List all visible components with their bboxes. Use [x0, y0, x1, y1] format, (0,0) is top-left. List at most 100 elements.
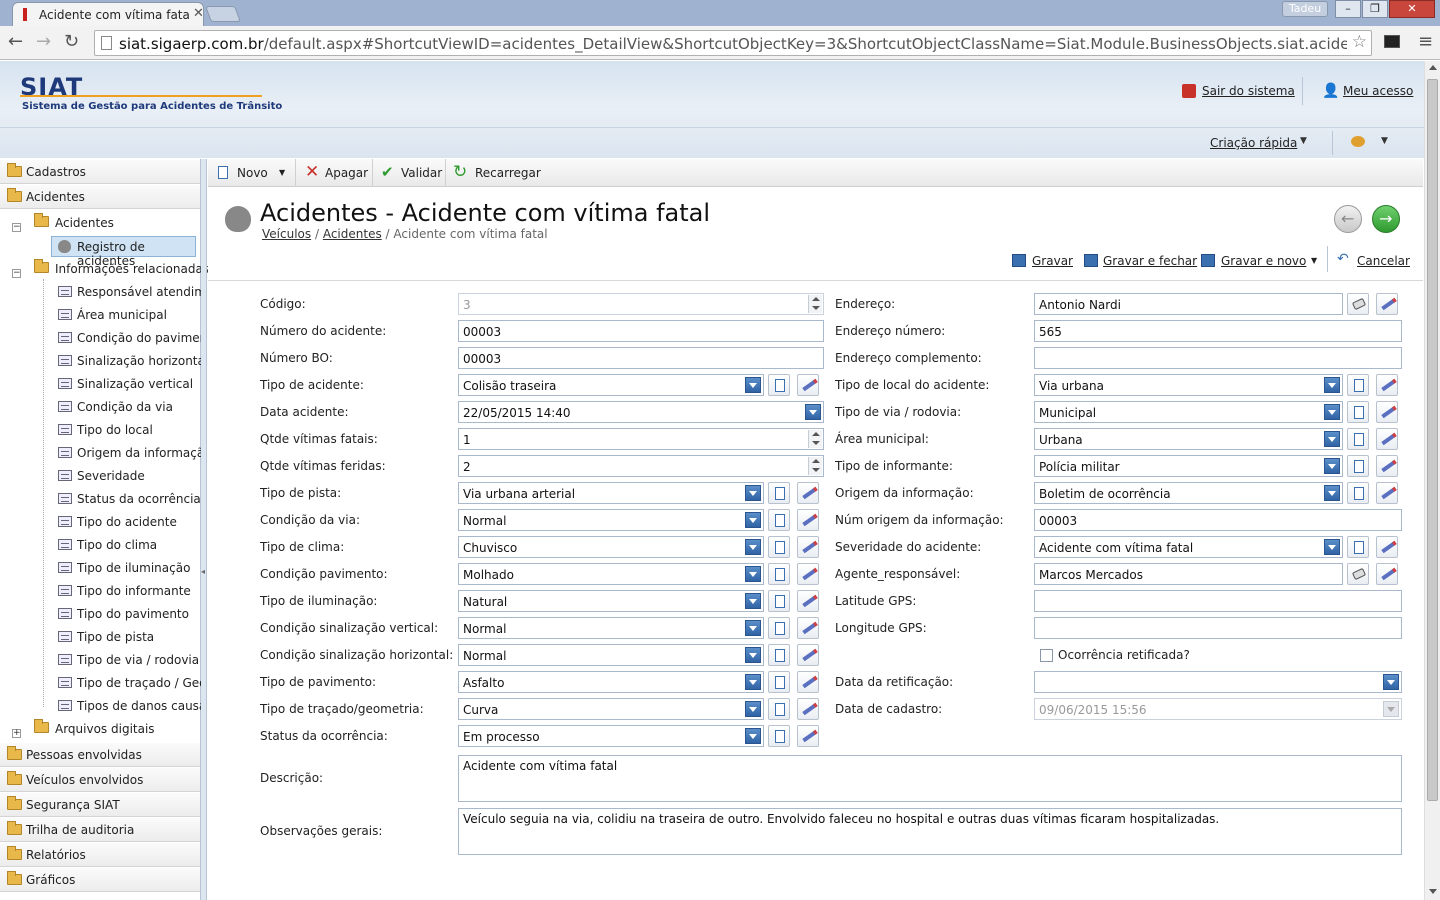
previous-record-button[interactable]: ← [1334, 205, 1362, 233]
edit-item-icon[interactable] [1376, 401, 1398, 423]
chevron-down-icon[interactable]: ▼ [1311, 256, 1317, 265]
new-button[interactable]: Novo ▼ [208, 159, 296, 187]
new-item-icon[interactable] [768, 698, 790, 720]
scroll-thumb[interactable] [1427, 79, 1438, 801]
close-tab-icon[interactable]: ✕ [193, 6, 204, 21]
sidebar-item[interactable]: Tipo de via / rodovia [44, 650, 201, 670]
dropdown-arrow-icon[interactable] [745, 701, 761, 717]
form-field[interactable]: Normal [458, 644, 764, 666]
cast-icon[interactable] [1384, 35, 1400, 48]
sidebar-splitter[interactable]: ◂ [201, 159, 207, 900]
new-item-icon[interactable] [768, 482, 790, 504]
scroll-down-icon[interactable] [1429, 889, 1437, 894]
sidebar-item[interactable]: Condição do pavimento [44, 328, 201, 348]
new-item-icon[interactable] [1347, 455, 1369, 477]
edit-item-icon[interactable] [1376, 428, 1398, 450]
sidebar-group[interactable]: Relatórios [0, 842, 200, 867]
form-field[interactable]: Asfalto [458, 671, 764, 693]
edit-item-icon[interactable] [1376, 455, 1398, 477]
sidebar-group[interactable]: Gráficos [0, 867, 200, 892]
form-field[interactable]: Curva [458, 698, 764, 720]
dropdown-arrow-icon[interactable] [1324, 377, 1340, 393]
edit-item-icon[interactable] [1376, 563, 1398, 585]
new-item-icon[interactable] [768, 671, 790, 693]
new-tab-button[interactable] [205, 6, 241, 22]
sidebar-item[interactable]: Área municipal [44, 305, 201, 325]
dropdown-arrow-icon[interactable] [745, 485, 761, 501]
form-field[interactable]: Antonio Nardi [1034, 293, 1343, 315]
new-item-icon[interactable] [768, 374, 790, 396]
edit-item-icon[interactable] [797, 509, 819, 531]
minimize-button[interactable]: – [1335, 0, 1361, 18]
save-and-new-button[interactable]: Gravar e novo [1221, 254, 1306, 268]
sidebar-group[interactable]: Cadastros [0, 159, 200, 184]
new-item-icon[interactable] [768, 725, 790, 747]
tree-toggle-files[interactable]: + [12, 724, 21, 738]
edit-item-icon[interactable] [797, 374, 819, 396]
sidebar-item[interactable]: Responsável atendimento [44, 282, 201, 302]
form-field[interactable]: Marcos Mercados [1034, 563, 1343, 585]
form-field[interactable]: Normal [458, 509, 764, 531]
spinner-arrows-icon[interactable] [808, 457, 822, 475]
theme-palette-icon[interactable] [1351, 136, 1365, 147]
sidebar-item[interactable]: Severidade [44, 466, 201, 486]
dropdown-arrow-icon[interactable] [1324, 431, 1340, 447]
form-field[interactable]: Em processo [458, 725, 764, 747]
sidebar-item[interactable]: Tipos de danos causados [44, 696, 201, 716]
forward-icon[interactable]: → [36, 32, 51, 52]
dropdown-arrow-icon[interactable] [1324, 485, 1340, 501]
dropdown-arrow-icon[interactable] [1324, 404, 1340, 420]
new-item-icon[interactable] [768, 509, 790, 531]
my-access-link[interactable]: Meu acesso [1343, 84, 1413, 98]
edit-item-icon[interactable] [1376, 293, 1398, 315]
form-field[interactable]: 00003 [458, 347, 824, 369]
form-field[interactable]: Molhado [458, 563, 764, 585]
chevron-down-icon[interactable]: ▼ [1300, 136, 1307, 146]
new-item-icon[interactable] [1347, 428, 1369, 450]
form-field[interactable]: 00003 [1034, 509, 1402, 531]
maximize-button[interactable]: ❐ [1362, 0, 1388, 18]
tree-node-related[interactable]: Informações relacionadas [55, 262, 209, 276]
dropdown-arrow-icon[interactable] [745, 620, 761, 636]
form-field[interactable]: Normal [458, 617, 764, 639]
reload-icon[interactable]: ↻ [64, 32, 79, 52]
sidebar-item[interactable]: Status da ocorrência [44, 489, 201, 509]
sidebar-item[interactable]: Sinalização vertical [44, 374, 201, 394]
edit-item-icon[interactable] [797, 482, 819, 504]
sidebar-group[interactable]: Acidentes [0, 184, 200, 209]
new-item-icon[interactable] [768, 644, 790, 666]
close-window-button[interactable]: ✕ [1389, 0, 1435, 18]
sidebar-group[interactable]: Trilha de auditoria [0, 817, 200, 842]
dropdown-arrow-icon[interactable] [745, 566, 761, 582]
form-field[interactable]: 3 [458, 293, 824, 315]
form-field[interactable]: Via urbana arterial [458, 482, 764, 504]
form-field[interactable]: Boletim de ocorrência [1034, 482, 1343, 504]
spinner-arrows-icon[interactable] [808, 430, 822, 448]
dropdown-arrow-icon[interactable] [1324, 458, 1340, 474]
form-field[interactable]: 00003 [458, 320, 824, 342]
next-record-button[interactable]: → [1372, 205, 1400, 233]
chevron-down-icon[interactable]: ▼ [279, 168, 285, 177]
new-item-icon[interactable] [768, 536, 790, 558]
form-field[interactable] [1034, 617, 1402, 639]
form-field[interactable]: Colisão traseira [458, 374, 764, 396]
edit-item-icon[interactable] [1376, 536, 1398, 558]
rectified-checkbox[interactable] [1040, 649, 1053, 662]
form-field[interactable]: 09/06/2015 15:56 [1034, 698, 1402, 720]
lookup-icon[interactable] [1347, 293, 1369, 315]
sidebar-item-registro-acidentes[interactable]: Registro de acidentes [51, 236, 196, 268]
tree-toggle-related[interactable]: − [12, 264, 21, 278]
sidebar-item[interactable]: Tipo de traçado / Geometria [44, 673, 201, 693]
form-field[interactable]: 565 [1034, 320, 1402, 342]
edit-item-icon[interactable] [797, 644, 819, 666]
menu-icon[interactable]: ≡ [1418, 31, 1433, 52]
sidebar-group[interactable]: Veículos envolvidos [0, 767, 200, 792]
dropdown-arrow-icon[interactable] [745, 512, 761, 528]
tree-node-digital-files[interactable]: Arquivos digitais [55, 722, 155, 736]
new-item-icon[interactable] [768, 563, 790, 585]
save-button[interactable]: Gravar [1032, 254, 1073, 268]
form-field[interactable]: 1 [458, 428, 824, 450]
dropdown-arrow-icon[interactable] [745, 728, 761, 744]
dropdown-arrow-icon[interactable] [745, 593, 761, 609]
sidebar-item[interactable]: Tipo do clima [44, 535, 201, 555]
